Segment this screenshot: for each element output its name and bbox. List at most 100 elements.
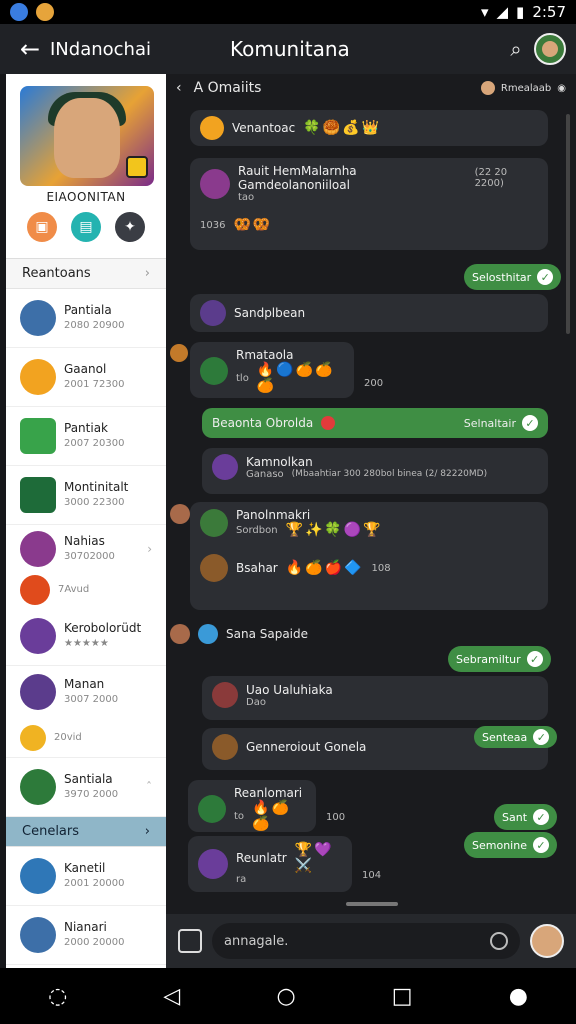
input-placeholder: annagale. <box>224 933 289 949</box>
chevron-right-icon: › <box>147 542 152 556</box>
left-title: INdanochai <box>50 38 151 60</box>
message-text: Venantoac <box>232 121 296 135</box>
item-sub: 2001 72300 <box>64 379 125 390</box>
rating-stars: ★★★★★ <box>64 638 109 649</box>
section-header-recent[interactable]: Reantoans › <box>6 259 166 289</box>
message-bubble[interactable]: Rmataola tlo 🔥🔵🍊🍊🍊 <box>190 342 354 398</box>
settings-icon[interactable]: ✦ <box>115 212 145 242</box>
chrome-icon <box>10 3 28 21</box>
item-sub: 20vid <box>54 731 82 743</box>
check-icon: ✓ <box>526 651 543 667</box>
profile-image[interactable] <box>20 86 154 186</box>
chevron-left-icon[interactable]: ‹ <box>176 80 182 96</box>
sent-chip[interactable]: Selosthitar ✓ <box>464 264 562 290</box>
item-name: Kerobolorüdt <box>64 621 142 635</box>
list-item[interactable]: Pantiak 2007 20300 <box>6 407 166 466</box>
notification-icon <box>36 3 54 21</box>
info-icon[interactable]: ◉ <box>557 83 566 94</box>
message-bubble[interactable]: Panolnmakri Sordbon 🏆✨🍀🟣🏆 Bsahar 🔥🍊🍎🔷 108 <box>190 502 548 610</box>
avatar[interactable] <box>530 924 564 958</box>
list-item[interactable]: Pantiala 2080 20900 <box>6 289 166 348</box>
message-bubble[interactable]: Reanlomari to 🔥🍊🍊 <box>188 780 316 832</box>
list-item[interactable]: Nianari 2000 20000 <box>6 906 166 965</box>
avatar <box>170 624 190 644</box>
search-icon[interactable]: ⌕ <box>498 37 534 61</box>
battery-icon: ▮ <box>516 3 525 21</box>
chat-header: ‹ A Omaiits Rmealaab ◉ <box>166 74 576 102</box>
scroll-handle[interactable] <box>346 902 398 906</box>
message-sub: tao <box>238 192 255 203</box>
item-name: Gaanol <box>64 362 107 376</box>
list-item[interactable]: 20vid <box>6 718 166 758</box>
avatar <box>198 848 228 879</box>
message-title: Kamnolkan <box>246 454 313 469</box>
message-bubble[interactable]: Venantoac 🍀🥮💰👑 <box>190 110 548 146</box>
arrow-back-icon[interactable]: ← <box>10 35 50 63</box>
item-name: Manan <box>64 677 105 691</box>
item-name: Kanetil <box>64 861 106 875</box>
message-bubble[interactable]: Uao Ualuhiaka Dao <box>202 676 548 720</box>
avatar <box>198 795 226 823</box>
list-item[interactable]: Kerobolorüdt ★★★★★ <box>6 607 166 666</box>
sender-line: Sana Sapaide <box>170 624 308 644</box>
assistant-icon[interactable]: ◌ <box>48 984 67 1009</box>
card-icon[interactable]: ▣ <box>27 212 57 242</box>
list-item[interactable]: Montinitalt 3000 22300 <box>6 466 166 525</box>
message-bubble[interactable]: Sandplbean <box>190 294 548 332</box>
mic-icon[interactable]: ● <box>509 984 528 1009</box>
message-title: Uao Ualuhiaka <box>246 682 333 697</box>
camera-icon[interactable] <box>178 929 202 953</box>
item-sub: 3007 2000 <box>64 694 119 705</box>
message-sub: Ganaso <box>246 468 284 480</box>
profile-avatar[interactable] <box>534 33 566 65</box>
emoji-row: 🔥🔵🍊🍊🍊 <box>256 362 335 394</box>
sent-chip[interactable]: Semonine ✓ <box>464 832 557 858</box>
list-item[interactable]: 7Avud <box>6 573 166 607</box>
sidebar: EIAOONITAN ▣ ▤ ✦ Reantoans › Pantiala 208… <box>6 74 166 968</box>
page-title: Komunitana <box>230 37 350 61</box>
scrollbar[interactable] <box>566 114 570 334</box>
list-item[interactable]: Nahias 30702000 › <box>6 525 166 573</box>
message-title: Reanlomari <box>234 786 303 800</box>
chat-panel: ‹ A Omaiits Rmealaab ◉ Venantoac 🍀🥮💰👑 Ra… <box>166 74 576 968</box>
list-item[interactable]: Gaanol 2001 72300 <box>6 348 166 407</box>
avatar <box>20 531 56 567</box>
list-item[interactable]: Kanetil 2001 20000 <box>6 847 166 906</box>
chip-label: Selnaltair <box>463 416 516 430</box>
highlight-message[interactable]: Beaonta Obrolda Selnaltair ✓ <box>202 408 548 438</box>
emoji-icon[interactable] <box>490 932 508 950</box>
item-sub: 3970 2000 <box>64 789 119 800</box>
message-text: Sandplbean <box>234 306 306 320</box>
item-sub: 7Avud <box>58 584 90 595</box>
chat-icon[interactable]: ▤ <box>71 212 101 242</box>
sent-chip[interactable]: Sant ✓ <box>494 804 558 830</box>
message-title: Panolnmakri <box>236 508 311 522</box>
section-header-channels[interactable]: Cenelars › <box>6 817 166 847</box>
message-date: (Mbaahtiar 300 280bol binea (2/ 82220MD) <box>291 469 488 479</box>
recents-icon[interactable]: □ <box>392 984 413 1009</box>
back-nav-icon[interactable]: ◁ <box>163 984 180 1009</box>
chevron-right-icon: › <box>144 266 150 281</box>
sent-chip[interactable]: Sebramiltur ✓ <box>448 646 551 672</box>
check-icon: ✓ <box>537 269 554 285</box>
emoji-row: 🏆💜⚔️ <box>294 842 334 874</box>
chevron-up-icon: ˆ <box>146 780 152 794</box>
message-title: Genneroiout Gonela <box>246 740 367 754</box>
list-item[interactable]: Santiala 3970 2000 ˆ <box>6 758 166 817</box>
list-item[interactable]: Manan 3007 2000 <box>6 666 166 718</box>
message-bubble[interactable]: Rauit HemMalarnha Gamdeolanoniiloal (22 2… <box>190 158 548 250</box>
message-sub: Dao <box>246 696 266 708</box>
message-bubble[interactable]: Reunlatr 🏆💜⚔️ ra <box>188 836 352 892</box>
message-input[interactable]: annagale. <box>212 923 520 959</box>
avatar <box>480 81 495 95</box>
sent-chip[interactable]: Senteaa ✓ <box>474 726 558 748</box>
emoji-row: 🥨🥨 <box>233 217 273 233</box>
avatar <box>20 418 56 454</box>
message-text: Beaonta Obrolda <box>212 416 314 430</box>
home-icon[interactable]: ○ <box>276 984 295 1009</box>
avatar <box>170 504 190 524</box>
emoji-row: 🏆✨🍀🟣🏆 <box>285 522 383 538</box>
message-bubble[interactable]: Kamnolkan Ganaso (Mbaahtiar 300 280bol bi… <box>202 448 548 494</box>
emoji-row: 🔥🍊🍎🔷 <box>285 560 364 576</box>
item-sub: 3000 22300 <box>64 497 125 508</box>
